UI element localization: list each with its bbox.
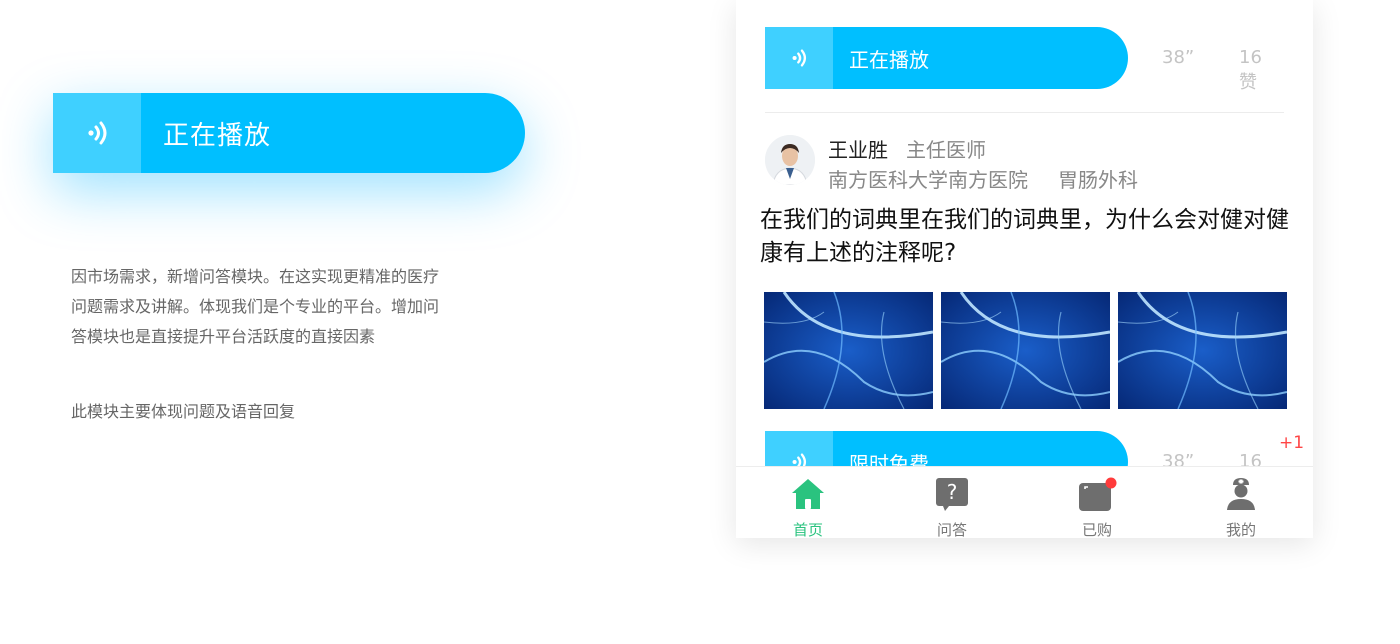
audio-wave-icon — [765, 27, 833, 89]
purchased-icon — [1077, 477, 1117, 517]
bottom-tab-bar: 首页 ? 问答 已购 我的 — [736, 466, 1313, 538]
audio-wave-icon — [53, 93, 141, 173]
tab-qa[interactable]: ? 问答 — [902, 467, 1002, 538]
doctor-avatar[interactable] — [765, 135, 815, 185]
module-note: 此模块主要体现问题及语音回复 — [71, 402, 296, 421]
play-label: 正在播放 — [849, 47, 929, 72]
tab-profile[interactable]: 我的 — [1191, 467, 1291, 538]
doctor-title: 主任医师 — [906, 138, 986, 162]
featured-play-button[interactable]: 正在播放 — [53, 93, 525, 173]
tab-label: 已购 — [1081, 521, 1112, 538]
doctor-hospital: 南方医科大学南方医院 — [828, 168, 1028, 192]
question-text[interactable]: 在我们的词典里在我们的词典里，为什么会对健对健康有上述的注释呢? — [760, 204, 1290, 270]
question-images — [764, 292, 1289, 409]
divider — [765, 112, 1284, 113]
question-image[interactable] — [1118, 292, 1287, 409]
featured-play-label: 正在播放 — [163, 120, 272, 151]
tab-label: 问答 — [936, 521, 967, 538]
audio-duration: 38” — [1162, 47, 1195, 68]
answer-audio-row: 正在播放 38” 16 赞 — [765, 27, 1285, 93]
like-increment: +1 — [1279, 433, 1305, 453]
home-icon — [790, 477, 826, 515]
doctor-name[interactable]: 王业胜 — [828, 134, 888, 163]
svg-text:?: ? — [947, 480, 958, 504]
question-image[interactable] — [764, 292, 933, 409]
phone-screen: 正在播放 38” 16 赞 王业胜 主任医师 南方医科大学南方医院 胃肠外科 在… — [736, 0, 1313, 538]
like-count[interactable]: 16 赞 — [1239, 47, 1285, 94]
profile-icon — [1224, 477, 1258, 515]
module-description: 因市场需求，新增问答模块。在这实现更精准的医疗问题需求及讲解。体现我们是个专业的… — [71, 267, 440, 346]
question-image[interactable] — [941, 292, 1110, 409]
tab-purchased[interactable]: 已购 — [1047, 467, 1147, 538]
tab-home[interactable]: 首页 — [758, 467, 858, 538]
tab-label: 我的 — [1225, 521, 1256, 538]
play-button[interactable]: 正在播放 — [765, 27, 1128, 89]
doctor-department: 胃肠外科 — [1058, 168, 1138, 192]
question-icon: ? — [935, 477, 969, 515]
tab-label: 首页 — [792, 521, 823, 538]
